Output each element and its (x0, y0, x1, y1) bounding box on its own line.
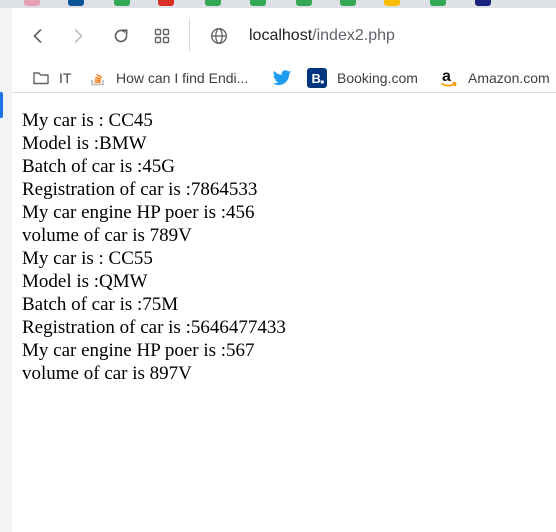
url-host: localhost (249, 27, 313, 44)
output-line: volume of car is 789V (22, 225, 192, 246)
stackoverflow-icon (90, 70, 106, 86)
output-line: My car is : CC45 (22, 110, 153, 131)
browser-toolbar: localhost/index2.php (12, 8, 556, 64)
twitter-icon (272, 69, 292, 87)
bookmark-label: Booking.com (337, 70, 418, 86)
back-button[interactable] (24, 22, 52, 50)
bookmark-amazon[interactable]: a Amazon.com (440, 68, 550, 88)
back-arrow-icon (33, 29, 42, 43)
tab-favicon[interactable] (340, 0, 356, 6)
bookmark-booking[interactable]: B Booking.com (307, 68, 418, 88)
side-panel-strip (0, 8, 12, 532)
page-content: My car is : CC45 Model is :BMW Batch of … (22, 109, 552, 385)
output-line: My car engine HP poer is :567 (22, 340, 255, 361)
globe-icon (210, 27, 228, 45)
side-panel-indicator (0, 92, 3, 118)
toolbar-divider (189, 18, 190, 52)
folder-icon (33, 71, 49, 85)
site-info-button[interactable] (205, 22, 233, 50)
tab-favicon[interactable] (24, 0, 40, 6)
address-bar[interactable]: localhost/index2.php (249, 27, 395, 45)
tab-favicon[interactable] (114, 0, 130, 6)
tab-search-button[interactable] (148, 22, 176, 50)
bookmark-twitter[interactable] (272, 68, 302, 88)
tab-favicon[interactable] (158, 0, 174, 6)
tab-favicon[interactable] (68, 0, 84, 6)
booking-icon: B (307, 68, 327, 88)
bookmark-folder-it[interactable]: IT (33, 68, 71, 88)
output-line: volume of car is 897V (22, 363, 192, 384)
bookmark-stackoverflow[interactable]: How can I find Endi... (90, 68, 248, 88)
bookmarks-bar: IT How can I find Endi... B Booking.com … (12, 64, 556, 93)
amazon-icon: a (440, 68, 458, 88)
output-line: Registration of car is :5646477433 (22, 317, 286, 338)
tab-strip (0, 0, 556, 8)
svg-text:B: B (312, 71, 321, 86)
output-line: Model is :BMW (22, 133, 147, 154)
output-line: My car engine HP poer is :456 (22, 202, 255, 223)
svg-text:a: a (442, 68, 451, 85)
tab-favicon[interactable] (250, 0, 266, 6)
grid-icon (154, 28, 170, 44)
output-line: Batch of car is :45G (22, 156, 176, 177)
output-line: Batch of car is :75M (22, 294, 179, 315)
output-line: Model is :QMW (22, 271, 148, 292)
tab-favicon[interactable] (205, 0, 221, 6)
tab-favicon[interactable] (475, 0, 491, 6)
forward-button[interactable] (64, 22, 92, 50)
bookmark-label: How can I find Endi... (116, 70, 249, 86)
tab-favicon[interactable] (430, 0, 446, 6)
bookmark-label: IT (59, 70, 72, 86)
tab-favicon[interactable] (296, 0, 312, 6)
bookmark-label: Amazon.com (468, 70, 550, 86)
url-path: /index2.php (312, 27, 395, 44)
tab-favicon[interactable] (384, 0, 400, 6)
reload-icon (114, 29, 128, 43)
output-line: My car is : CC55 (22, 248, 153, 269)
reload-button[interactable] (107, 22, 135, 50)
forward-arrow-icon (74, 29, 83, 43)
output-line: Registration of car is :7864533 (22, 179, 258, 200)
